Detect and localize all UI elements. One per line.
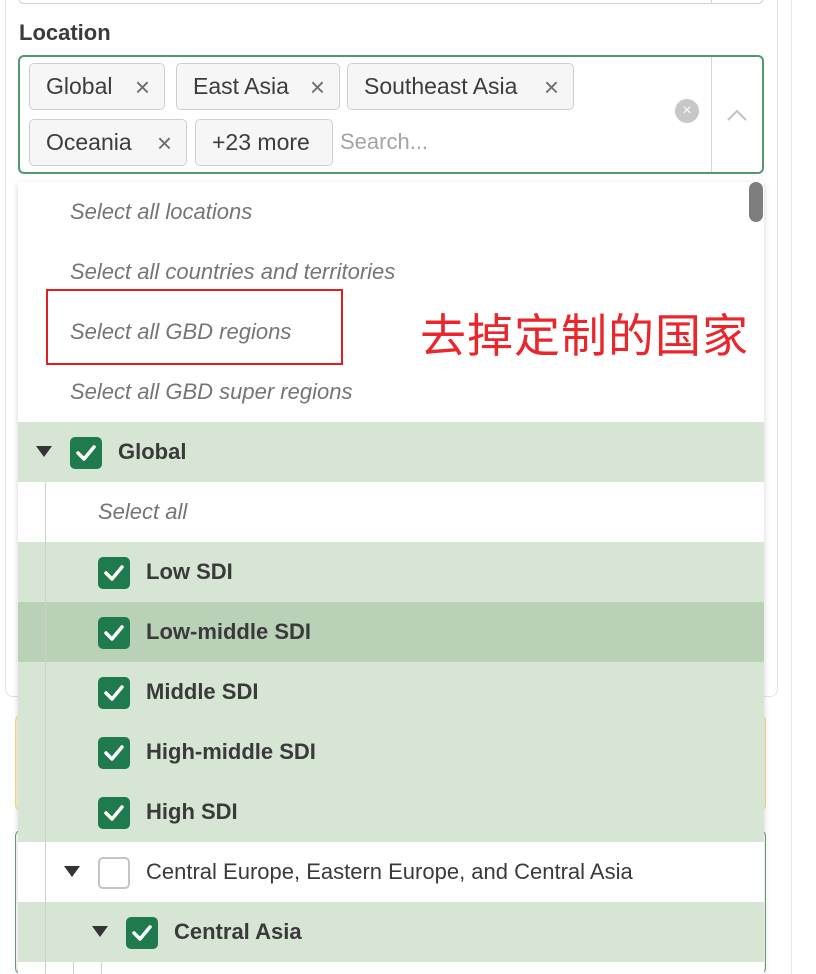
chip-label: Oceania [46, 129, 132, 155]
tree-row-super-region[interactable]: Central Europe, Eastern Europe, and Cent… [18, 842, 764, 902]
toggle-dropdown-button[interactable] [712, 57, 762, 172]
close-icon[interactable]: × [135, 72, 150, 103]
tree-select-all[interactable]: Select all [18, 482, 764, 542]
chip-oceania: Oceania × [29, 119, 187, 166]
close-icon[interactable]: × [544, 72, 559, 103]
tree-guide-line [101, 962, 102, 974]
chip-southeast-asia: Southeast Asia × [347, 63, 574, 110]
tree-guide-line [45, 482, 46, 974]
tree-row-global[interactable]: Global [18, 422, 764, 482]
annotation-text: 去掉定制的国家 [420, 309, 749, 363]
tree-row-central-asia[interactable]: Central Asia [18, 902, 764, 962]
tree-label: High SDI [146, 799, 238, 824]
tree-label: High-middle SDI [146, 739, 316, 764]
tree-row-low-middle-sdi[interactable]: Low-middle SDI [18, 602, 764, 662]
dropdown-scrollbar-thumb[interactable] [749, 182, 763, 222]
select-all-gbd-super-regions[interactable]: Select all GBD super regions [70, 379, 352, 405]
checkbox-checked-icon[interactable] [98, 557, 130, 589]
checkbox-empty-icon[interactable] [98, 857, 130, 889]
close-icon[interactable]: × [310, 72, 325, 103]
select-all-countries[interactable]: Select all countries and territories [70, 259, 395, 285]
tree-label: Low SDI [146, 559, 233, 584]
tree-row-high-middle-sdi[interactable]: High-middle SDI [18, 722, 764, 782]
tree-label: Low-middle SDI [146, 619, 311, 644]
more-chip[interactable]: +23 more [195, 119, 333, 166]
close-icon[interactable]: × [157, 128, 172, 159]
tree-row-low-sdi[interactable]: Low SDI [18, 542, 764, 602]
chip-label: Global [46, 73, 113, 99]
caret-down-icon[interactable] [92, 926, 108, 937]
search-input[interactable] [340, 122, 640, 162]
checkbox-checked-icon[interactable] [126, 917, 158, 949]
tree-row-high-sdi[interactable]: High SDI [18, 782, 764, 842]
more-chip-label: +23 more [212, 129, 310, 155]
checkbox-checked-icon[interactable] [70, 437, 102, 469]
tree-label: Central Asia [174, 919, 302, 944]
caret-down-icon[interactable] [64, 866, 80, 877]
checkbox-checked-icon[interactable] [98, 677, 130, 709]
tree-label: Middle SDI [146, 679, 259, 704]
previous-select-field[interactable] [18, 0, 764, 4]
page-scrollbar-track [791, 0, 792, 974]
chip-global: Global × [29, 63, 165, 110]
tree-label: Central Europe, Eastern Europe, and Cent… [146, 859, 633, 884]
select-all-locations[interactable]: Select all locations [70, 199, 252, 225]
chip-label: East Asia [193, 73, 289, 99]
tree-select-all-label: Select all [98, 499, 188, 524]
clear-circle-icon[interactable]: × [675, 99, 699, 123]
field-divider [711, 0, 712, 3]
checkbox-checked-icon[interactable] [98, 617, 130, 649]
checkbox-checked-icon[interactable] [98, 737, 130, 769]
checkbox-checked-icon[interactable] [98, 797, 130, 829]
tree-guide-line [73, 962, 74, 974]
chip-east-asia: East Asia × [176, 63, 340, 110]
tree-row-middle-sdi[interactable]: Middle SDI [18, 662, 764, 722]
location-multiselect[interactable]: Global × East Asia × Southeast Asia × Oc… [18, 55, 764, 174]
annotation-highlight-box [46, 289, 343, 365]
caret-down-icon[interactable] [36, 446, 52, 457]
location-label: Location [19, 20, 111, 45]
chevron-up-icon [727, 109, 747, 121]
tree-label: Global [118, 439, 187, 464]
chip-label: Southeast Asia [364, 73, 518, 99]
